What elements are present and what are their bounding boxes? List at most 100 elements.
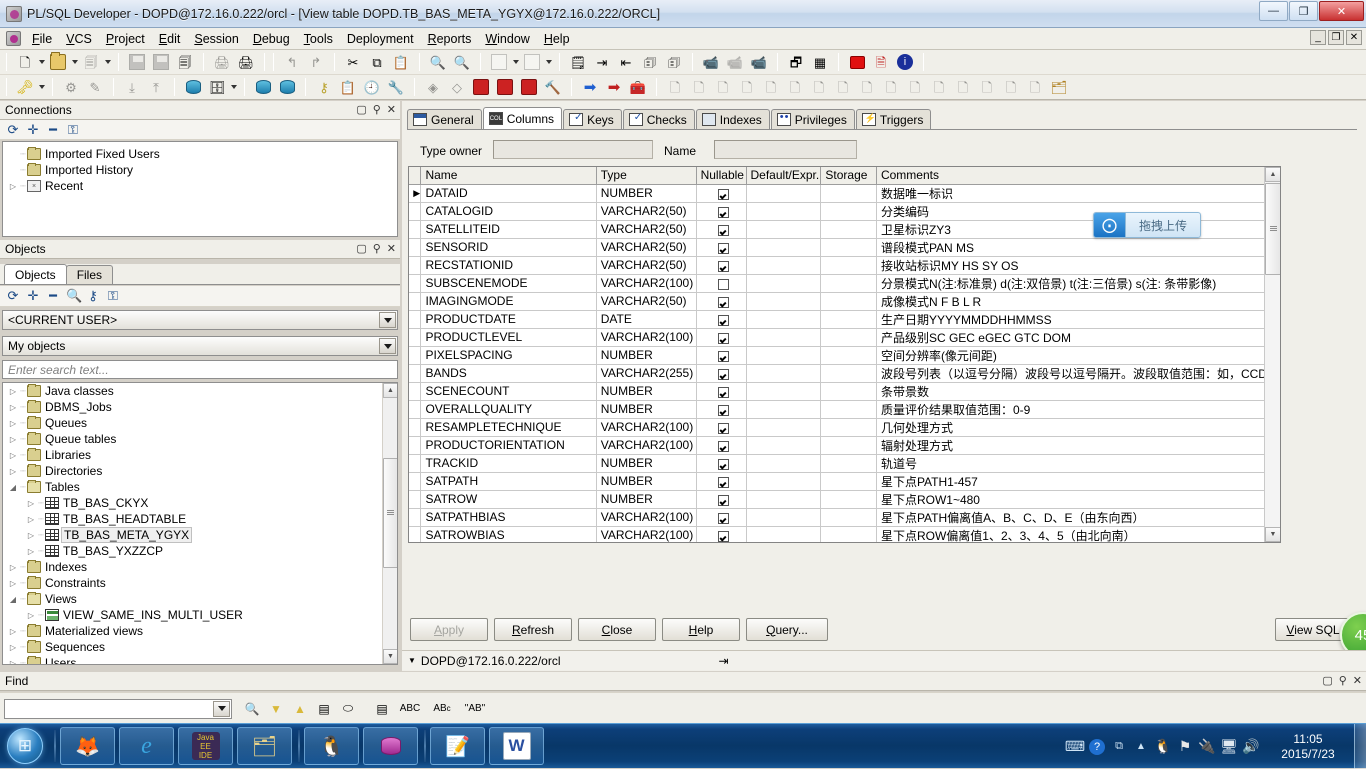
tree-item[interactable]: ◢ ┈ Tables <box>3 479 381 495</box>
cell-storage[interactable] <box>820 238 877 257</box>
network-icon[interactable]: 🖥 <box>1218 732 1240 762</box>
tree-item-imported-fixed-users[interactable]: ┈ Imported Fixed Users <box>3 146 397 162</box>
connections-tree[interactable]: ┈ Imported Fixed Users ┈ Imported Histor… <box>2 141 398 237</box>
row-header-cell[interactable]: ▶ <box>409 184 422 203</box>
tree-item[interactable]: ▷ ┈ VIEW_SAME_INS_MULTI_USER <box>3 607 381 623</box>
new-dropdown-arrow[interactable] <box>37 52 46 73</box>
checkbox-icon[interactable] <box>717 278 729 290</box>
table-row[interactable]: SATROWBIAS VARCHAR2(100) 星下点ROW偏离值1、2、3、4、… <box>409 526 1280 542</box>
whole-word-icon[interactable]: AB c <box>426 698 458 720</box>
cell-column-type[interactable]: NUMBER <box>596 382 697 401</box>
checkbox-icon[interactable] <box>717 260 729 272</box>
checkbox-icon[interactable] <box>717 494 729 506</box>
find-in-list-icon[interactable]: ▤ <box>370 698 394 720</box>
checkbox-icon[interactable] <box>717 206 729 218</box>
cell-default-expr[interactable] <box>746 364 822 383</box>
find-previous-icon[interactable]: ▲ <box>288 698 312 720</box>
grid-column-header[interactable]: Name <box>420 167 597 185</box>
object-next-icon[interactable]: 🗋 <box>688 77 710 98</box>
cell-column-type[interactable]: VARCHAR2(100) <box>596 526 697 542</box>
cell-storage[interactable] <box>820 490 877 509</box>
help-button[interactable]: Help <box>662 618 740 641</box>
checkbox-icon[interactable] <box>717 422 729 434</box>
cell-default-expr[interactable] <box>746 202 822 221</box>
cell-default-expr[interactable] <box>746 256 822 275</box>
toolbox-icon[interactable]: 🧰 <box>627 77 649 98</box>
object-new-icon[interactable]: 🗋 <box>664 77 686 98</box>
name-input[interactable] <box>714 140 857 159</box>
preferences-wrench-icon[interactable]: 🔧 <box>385 77 407 98</box>
paste-icon[interactable]: 📋 <box>390 52 412 73</box>
object-lock-icon[interactable]: 🗋 <box>832 77 854 98</box>
cell-column-type[interactable]: NUMBER <box>596 400 697 419</box>
table-row[interactable]: SENSORID VARCHAR2(50) 谱段模式PAN MS <box>409 238 1280 257</box>
cell-column-name[interactable]: SENSORID <box>420 238 597 257</box>
cell-default-expr[interactable] <box>746 418 822 437</box>
object-open-icon[interactable]: 🗋 <box>760 77 782 98</box>
connections-restore-icon[interactable]: ▢ <box>356 103 366 116</box>
row-header-cell[interactable] <box>409 490 422 509</box>
cell-comments[interactable]: 数据唯一标识 <box>876 184 1280 203</box>
cell-storage[interactable] <box>820 202 877 221</box>
cell-comments[interactable]: 分景模式N(注:标准景) d(注:双倍景) t(注:三倍景) s(注: 条带影像… <box>876 274 1280 293</box>
checkbox-icon[interactable] <box>717 476 729 488</box>
cell-comments[interactable]: 接收站标识MY HS SY OS <box>876 256 1280 275</box>
row-header-cell[interactable] <box>409 310 422 329</box>
object-refresh-icon[interactable]: 🗋 <box>736 77 758 98</box>
menu-reports[interactable]: Reports <box>421 30 479 48</box>
tree-item[interactable]: ▷ ┈ Constraints <box>3 575 381 591</box>
chevron-down-icon[interactable] <box>379 338 396 354</box>
reopen-dropdown-arrow[interactable] <box>103 52 112 73</box>
cell-default-expr[interactable] <box>746 454 822 473</box>
tab-keys[interactable]: Keys <box>563 109 622 129</box>
cell-default-expr[interactable] <box>746 472 822 491</box>
cell-storage[interactable] <box>820 364 877 383</box>
grid-scroll-down-arrow-icon[interactable]: ▼ <box>1265 527 1280 542</box>
collapse-arrow-icon[interactable]: ◢ <box>7 483 19 492</box>
grid-column-header[interactable]: Storage <box>820 167 877 185</box>
mdi-minimize-button[interactable]: _ <box>1310 30 1326 45</box>
object-paste-icon[interactable]: 🗋 <box>1000 77 1022 98</box>
cell-default-expr[interactable] <box>746 508 822 527</box>
cell-column-type[interactable]: VARCHAR2(100) <box>596 274 697 293</box>
cell-column-type[interactable]: VARCHAR2(50) <box>596 202 697 221</box>
menu-project[interactable]: Project <box>99 30 152 48</box>
table-row[interactable]: TRACKID NUMBER 轨道号 <box>409 454 1280 473</box>
query-button[interactable]: Query... <box>746 618 828 641</box>
cell-column-type[interactable]: NUMBER <box>596 346 697 365</box>
menu-help[interactable]: Help <box>537 30 577 48</box>
cell-column-type[interactable]: VARCHAR2(100) <box>596 328 697 347</box>
cell-nullable-checkbox[interactable] <box>696 274 747 293</box>
tab-objects[interactable]: Objects <box>4 264 67 284</box>
cell-column-name[interactable]: TRACKID <box>420 454 597 473</box>
cell-nullable-checkbox[interactable] <box>696 418 747 437</box>
table-row[interactable]: ▶ DATAID NUMBER 数据唯一标识 <box>409 184 1280 203</box>
cell-nullable-checkbox[interactable] <box>696 526 747 542</box>
regex-icon[interactable]: "AB" <box>458 698 492 720</box>
mdi-restore-button[interactable]: ❐ <box>1328 30 1344 45</box>
next-dropdown-arrow[interactable] <box>544 52 553 73</box>
rollback-icon[interactable]: ⤒ <box>145 77 167 98</box>
objects-restore-icon[interactable]: ▢ <box>356 242 366 255</box>
cell-nullable-checkbox[interactable] <box>696 328 747 347</box>
expand-arrow-icon[interactable]: ▷ <box>7 627 19 636</box>
connections-close-icon[interactable]: ✕ <box>387 103 396 116</box>
expand-arrow-icon[interactable]: ▷ <box>25 531 37 540</box>
table-row[interactable]: BANDS VARCHAR2(255) 波段号列表（以逗号分隔）波段号以逗号隔开。波… <box>409 364 1280 383</box>
taskbar-app-firefox[interactable]: 🦊 <box>60 727 115 765</box>
filter-icon[interactable]: ⚷ <box>86 288 100 304</box>
cell-default-expr[interactable] <box>746 382 822 401</box>
start-button[interactable]: ⊞ <box>2 726 48 766</box>
row-header-cell[interactable] <box>409 238 422 257</box>
type-owner-input[interactable] <box>493 140 653 159</box>
cell-column-type[interactable]: VARCHAR2(50) <box>596 292 697 311</box>
row-header-cell[interactable] <box>409 472 422 491</box>
checkbox-icon[interactable] <box>717 350 729 362</box>
cell-storage[interactable] <box>820 400 877 419</box>
object-grid-icon[interactable]: 🗋 <box>880 77 902 98</box>
checkbox-icon[interactable] <box>717 314 729 326</box>
find-next-icon[interactable]: 🔍 <box>451 52 473 73</box>
save-all-icon[interactable]: 🗐 <box>174 52 196 73</box>
tab-general[interactable]: General <box>407 109 482 129</box>
add-breakpoint-icon[interactable]: ◈ <box>422 77 444 98</box>
